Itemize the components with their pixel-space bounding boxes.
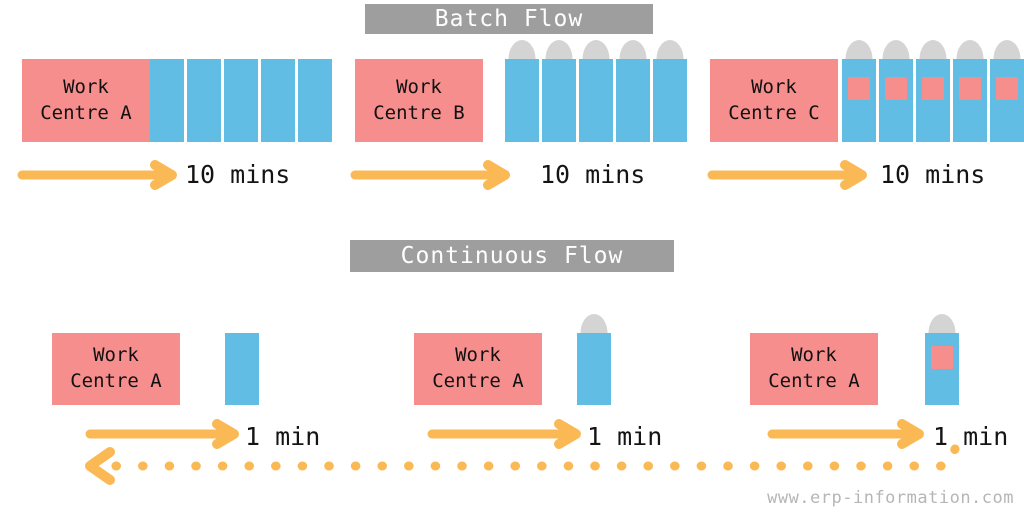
bottle-body [879, 59, 913, 142]
unit-bottle [224, 59, 258, 142]
bottle-label-icon [922, 77, 944, 100]
work-centre-box-batch-c: Work Centre C [710, 59, 838, 142]
bottle-cap-icon [508, 40, 536, 59]
time-label-cont-1: 1 min [245, 422, 321, 451]
bottle-cap-icon [956, 40, 984, 59]
bottle-body [842, 59, 876, 142]
unit-bottle [990, 40, 1024, 142]
unit-bottle [505, 40, 539, 142]
flow-arrow-cont-2 [427, 419, 581, 449]
bottle-body [653, 59, 687, 142]
bottle-body [225, 333, 259, 405]
bottle-body [925, 333, 959, 405]
bottle-body [224, 59, 258, 142]
work-centre-box-cont-1: Work Centre A [52, 333, 180, 405]
work-centre-line-1: Work [455, 344, 501, 367]
bottle-label-icon [931, 346, 953, 369]
bottle-body [150, 59, 184, 142]
work-centre-line-1: Work [751, 75, 797, 98]
unit-bottle [842, 40, 876, 142]
work-centre-line-2: Centre A [768, 370, 860, 392]
unit-bottle [542, 40, 576, 142]
unit-group-cont-1 [225, 333, 259, 405]
flow-arrow-batch-c [707, 160, 867, 190]
unit-bottle [187, 59, 221, 142]
time-label-batch-a: 10 mins [185, 160, 291, 189]
unit-bottle [653, 40, 687, 142]
work-centre-line-1: Work [791, 344, 837, 367]
bottle-body [953, 59, 987, 142]
bottle-body [187, 59, 221, 142]
bottle-body [990, 59, 1024, 142]
time-label-cont-2: 1 min [587, 422, 663, 451]
work-centre-line-1: Work [63, 75, 109, 98]
bottle-cap-icon [919, 40, 947, 59]
bottle-body [505, 59, 539, 142]
work-centre-box-batch-a: Work Centre A [22, 59, 150, 142]
flow-arrow-batch-a [17, 160, 177, 190]
work-centre-line-2: Centre A [40, 101, 132, 124]
bottle-cap-icon [993, 40, 1021, 59]
bottle-body [616, 59, 650, 142]
work-centre-line-2: Centre B [373, 101, 465, 124]
bottle-cap-icon [619, 40, 647, 59]
bottle-cap-icon [656, 40, 684, 59]
unit-group-batch-a [150, 59, 332, 142]
bottle-body [298, 59, 332, 142]
unit-bottle [261, 59, 295, 142]
work-centre-line-2: Centre A [432, 370, 524, 392]
unit-group-cont-2 [577, 314, 611, 405]
feedback-loop-dotted-arrow [85, 444, 960, 485]
bottle-cap-icon [580, 314, 608, 333]
work-centre-line-1: Work [396, 75, 442, 98]
unit-bottle [616, 40, 650, 142]
time-label-cont-3: 1 min [933, 422, 1009, 451]
bottle-body [577, 333, 611, 405]
unit-bottle [879, 40, 913, 142]
work-centre-box-cont-2: Work Centre A [414, 333, 542, 405]
work-centre-line-2: Centre C [728, 101, 820, 124]
unit-bottle [225, 333, 259, 405]
unit-group-batch-b [505, 40, 687, 142]
unit-bottle [925, 314, 959, 405]
watermark-url: www.erp-information.com [767, 488, 1014, 508]
bottle-cap-icon [845, 40, 873, 59]
flow-arrow-cont-3 [767, 419, 924, 449]
unit-bottle [577, 314, 611, 405]
flow-arrow-cont-1 [85, 419, 239, 449]
work-centre-box-cont-3: Work Centre A [750, 333, 878, 405]
unit-bottle [916, 40, 950, 142]
diagram-canvas: Batch Flow Work Centre A 10 mins Work Ce… [0, 0, 1024, 512]
unit-group-cont-3 [925, 314, 959, 405]
work-centre-line-1: Work [93, 344, 139, 367]
bottle-cap-icon [928, 314, 956, 333]
bottle-label-icon [996, 77, 1018, 100]
flow-arrow-batch-b [350, 160, 510, 190]
bottle-cap-icon [582, 40, 610, 59]
bottle-body [261, 59, 295, 142]
unit-bottle [579, 40, 613, 142]
bottle-cap-icon [882, 40, 910, 59]
unit-bottle [150, 59, 184, 142]
unit-group-batch-c [842, 40, 1024, 142]
bottle-body [579, 59, 613, 142]
time-label-batch-b: 10 mins [540, 160, 646, 189]
work-centre-box-batch-b: Work Centre B [355, 59, 483, 142]
unit-bottle [953, 40, 987, 142]
unit-bottle [298, 59, 332, 142]
bottle-cap-icon [545, 40, 573, 59]
bottle-label-icon [885, 77, 907, 100]
bottle-body [542, 59, 576, 142]
bottle-label-icon [848, 77, 870, 100]
time-label-batch-c: 10 mins [880, 160, 986, 189]
bottle-body [916, 59, 950, 142]
section-title-continuous-flow: Continuous Flow [350, 240, 674, 272]
bottle-label-icon [959, 77, 981, 100]
work-centre-line-2: Centre A [70, 370, 162, 392]
section-title-batch-flow: Batch Flow [365, 4, 653, 34]
